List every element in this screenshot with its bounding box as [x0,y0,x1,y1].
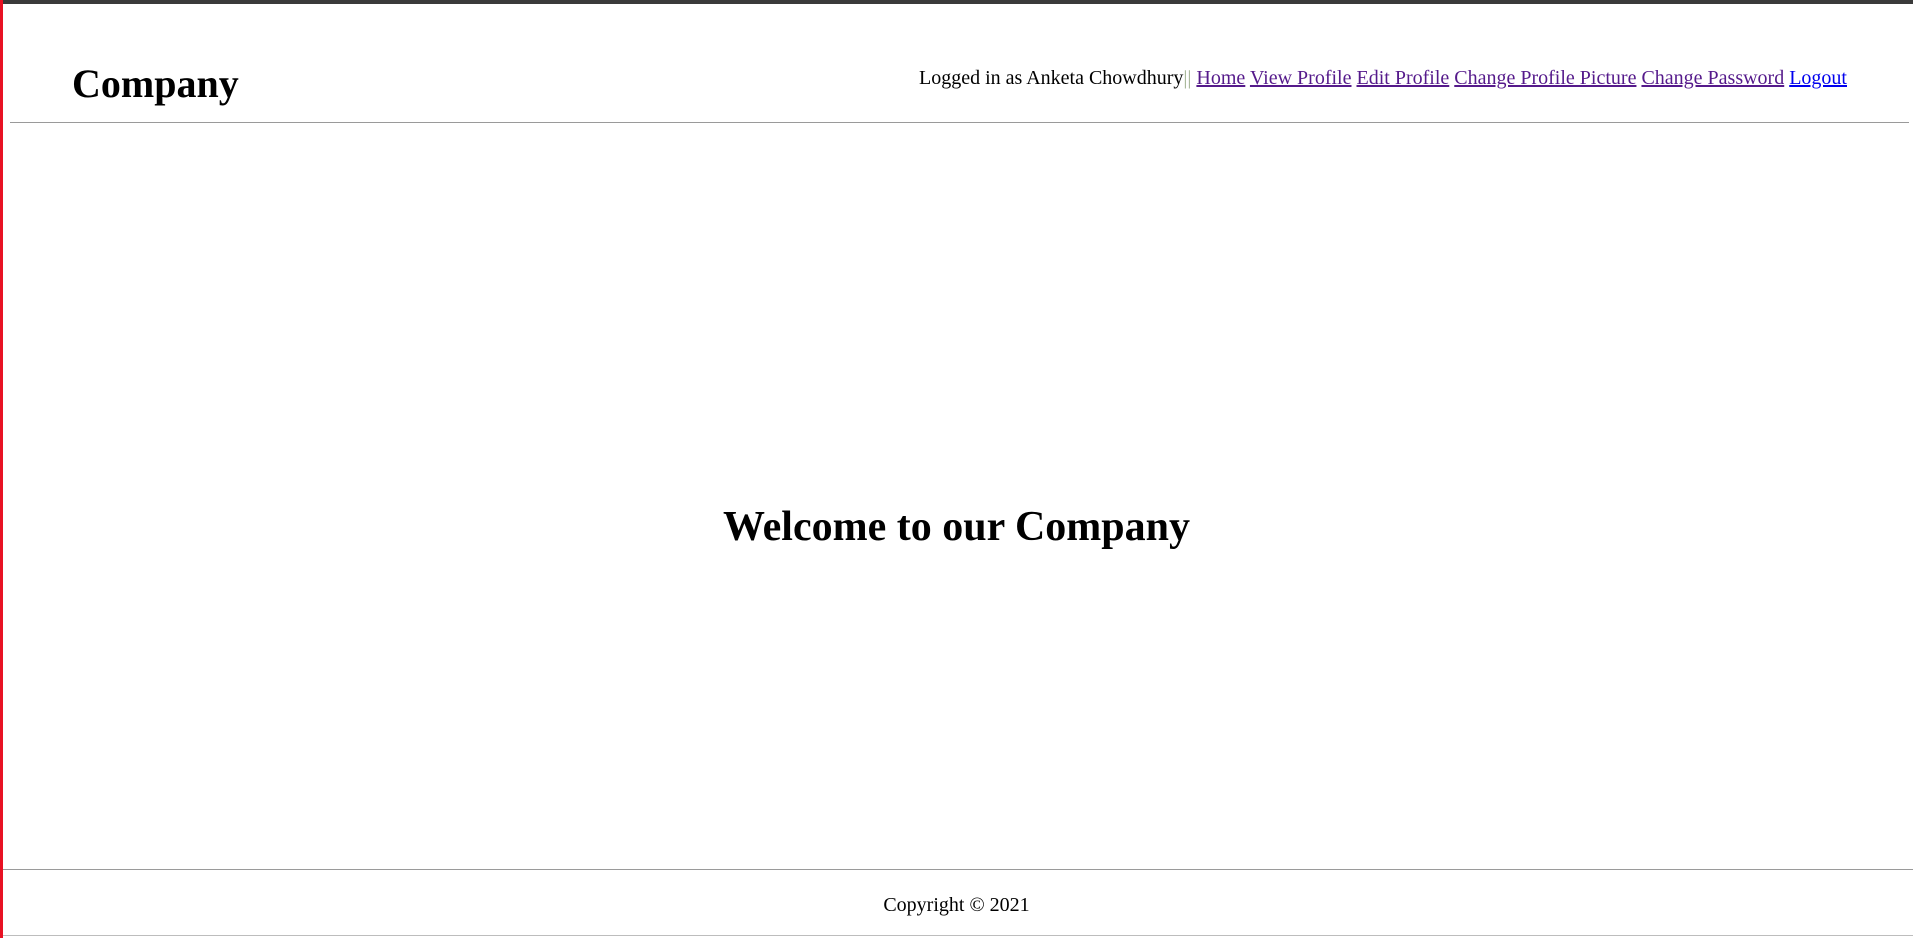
edit-profile-link[interactable]: Edit Profile [1357,67,1450,89]
welcome-heading: Welcome to our Company [722,504,1191,550]
brand-title: Company [72,61,239,106]
logout-link[interactable]: Logout [1789,67,1847,89]
bottom-divider [3,935,1913,936]
copyright-text: Copyright © 2021 [883,894,1030,916]
header-divider [10,122,1909,123]
home-link[interactable]: Home [1196,67,1245,89]
nav-separator: || [1183,67,1192,89]
user-nav: Logged in as Anketa Chowdhury|| Home Vie… [919,66,1847,90]
change-profile-picture-link[interactable]: Change Profile Picture [1454,67,1636,89]
change-password-link[interactable]: Change Password [1641,67,1784,89]
logged-in-text: Logged in as Anketa Chowdhury [918,67,1184,89]
view-profile-link[interactable]: View Profile [1250,67,1352,89]
window-top-border [0,0,1913,4]
window-left-border [0,0,3,938]
footer-divider [3,869,1913,870]
